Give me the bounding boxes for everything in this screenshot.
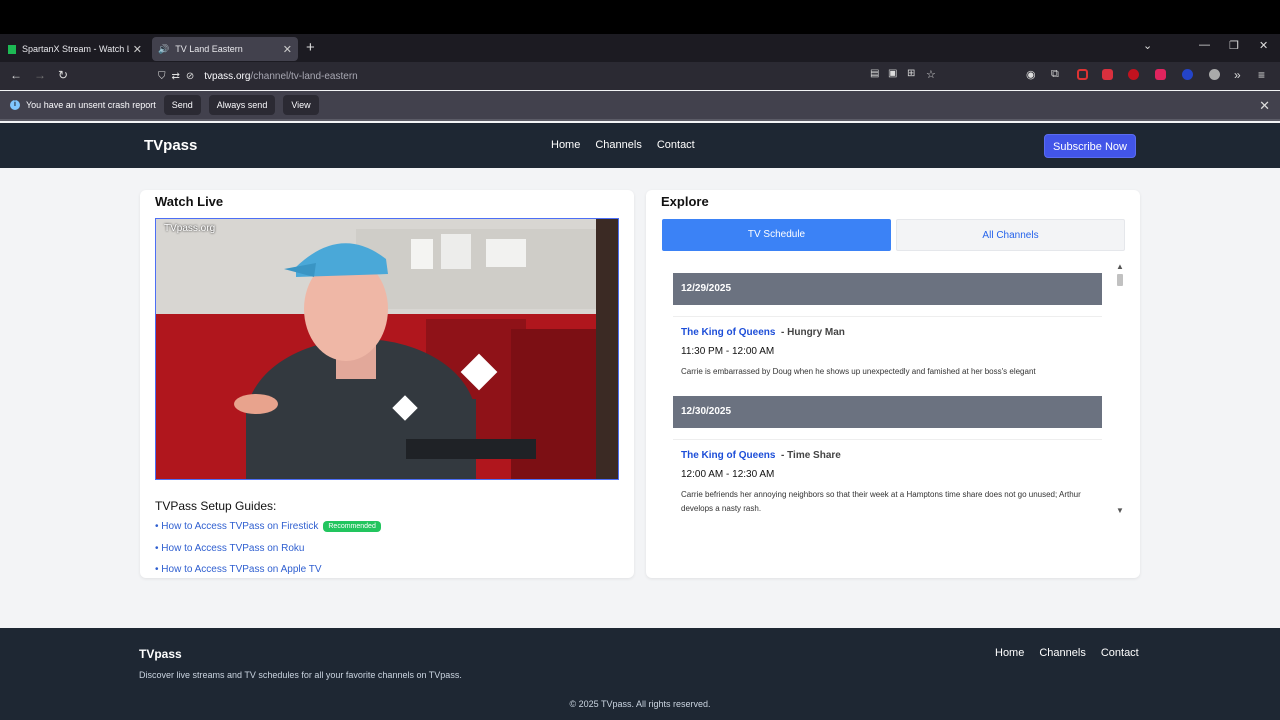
episode-name: - Hungry Man [781,327,845,338]
footer-nav-contact[interactable]: Contact [1101,647,1139,659]
spartanx-favicon-icon [8,44,16,54]
scroll-thumb[interactable] [1117,274,1123,286]
divider [673,439,1102,440]
explore-title: Explore [661,194,709,209]
episode-name: - Time Share [781,450,841,461]
recommended-badge: Recommended [323,521,381,532]
forward-icon[interactable]: → [34,68,46,82]
pip-icon[interactable]: ▣ [888,68,897,79]
tab-title: SpartanX Stream - Watch Live o [22,44,129,54]
view-button[interactable]: View [283,95,319,115]
url-text[interactable]: tvpass.org/channel/tv-land-eastern [204,71,357,82]
video-player[interactable]: TVpass.org [155,218,619,480]
watch-live-card: Watch Live TVpass.org TVPass Setup Guide… [140,190,634,578]
copyright: © 2025 TVpass. All rights reserved. [569,699,711,709]
bookmark-star-icon[interactable]: ☆ [926,68,936,81]
show-time: 12:00 AM - 12:30 AM [681,469,775,480]
site-logo[interactable]: TVpass [144,137,197,154]
close-tab-icon[interactable]: ✕ [133,43,142,56]
crash-report-bar: i You have an unsent crash report Send A… [0,91,1280,121]
close-window-icon[interactable]: ✕ [1259,39,1268,52]
nav-channels[interactable]: Channels [595,139,641,151]
schedule-item-title: The King of Queens - Time Share [681,450,841,461]
minimize-icon[interactable]: — [1199,39,1210,51]
guide-link-roku[interactable]: • How to Access TVPass on Roku [155,543,305,554]
show-description: Carrie is embarrassed by Doug when he sh… [681,367,1036,376]
speaker-icon[interactable]: 🔊 [158,44,169,55]
close-tab-icon[interactable]: ✕ [283,43,292,56]
address-bar[interactable]: ⛉ ⇄ ⊘ tvpass.org/channel/tv-land-eastern [150,64,944,88]
site-header: TVpass Home Channels Contact Subscribe N… [0,123,1280,168]
menu-icon[interactable]: ≡ [1258,68,1265,82]
schedule-scrollbar[interactable]: ▲ ▼ [1114,262,1126,518]
send-button[interactable]: Send [163,95,201,115]
reader-view-icon[interactable]: ▤ [870,68,879,79]
extension-icon[interactable] [1077,69,1088,80]
video-watermark: TVpass.org [164,223,216,234]
date-header: 12/29/2025 [673,273,1102,305]
divider [673,316,1102,317]
new-tab-icon[interactable]: + [306,39,315,56]
tab-tv-schedule[interactable]: TV Schedule [662,219,891,251]
crash-message: You have an unsent crash report [26,100,156,110]
schedule-item-title: The King of Queens - Hungry Man [681,327,845,338]
tab-tv-land[interactable]: 🔊 TV Land Eastern ✕ [152,37,298,61]
show-time: 11:30 PM - 12:00 AM [681,346,775,357]
footer-nav-home[interactable]: Home [995,647,1024,659]
guide-link-apple-tv[interactable]: • How to Access TVPass on Apple TV [155,564,322,575]
close-icon[interactable]: ✕ [1259,98,1270,114]
scroll-down-icon[interactable]: ▼ [1116,506,1124,515]
footer-description: Discover live streams and TV schedules f… [139,670,462,680]
extension-icon[interactable] [1155,69,1166,80]
tab-title: TV Land Eastern [175,44,243,54]
window-top [0,0,1280,34]
more-tools-icon[interactable]: » [1234,68,1241,82]
info-icon: i [10,100,20,110]
footer-nav-channels[interactable]: Channels [1039,647,1085,659]
back-icon[interactable]: ← [10,68,22,82]
insecure-lock-icon[interactable]: ⊘ [186,71,194,82]
shield-icon[interactable]: ⛉ [158,71,166,82]
tab-bar: SpartanX Stream - Watch Live o ✕ 🔊 TV La… [0,34,1280,62]
restore-icon[interactable]: ❐ [1229,39,1239,52]
extensions-icon[interactable]: ⧉ [1051,68,1059,81]
schedule-list[interactable]: 12/29/2025 The King of Queens - Hungry M… [662,262,1126,518]
permissions-icon[interactable]: ⇄ [172,71,180,82]
site-footer: TVpass Discover live streams and TV sche… [0,628,1280,720]
scroll-up-icon[interactable]: ▲ [1116,262,1124,271]
extension-icon[interactable] [1182,69,1193,80]
extension-icon[interactable] [1128,69,1139,80]
list-tabs-chevron-icon[interactable]: ⌄ [1143,39,1152,52]
guide-link-firestick[interactable]: • How to Access TVPass on Firestick Recom… [155,521,381,532]
always-send-button[interactable]: Always send [208,95,276,115]
video-frame [156,219,618,479]
account-icon[interactable]: ◉ [1026,68,1036,81]
setup-guides-title: TVPass Setup Guides: [155,499,277,513]
extension-icon[interactable] [1102,69,1113,80]
subscribe-button[interactable]: Subscribe Now [1044,134,1136,158]
show-description: Carrie befriends her annoying neighbors … [681,490,1081,513]
site-nav: Home Channels Contact [551,139,695,151]
watch-live-title: Watch Live [155,194,224,209]
footer-nav: Home Channels Contact [995,647,1139,659]
screenshot-icon[interactable]: ⊞ [907,68,915,79]
nav-home[interactable]: Home [551,139,580,151]
tab-spartanx[interactable]: SpartanX Stream - Watch Live o ✕ [2,37,148,61]
tab-all-channels[interactable]: All Channels [896,219,1125,251]
extension-icon[interactable] [1209,69,1220,80]
show-name[interactable]: The King of Queens [681,327,775,338]
show-name[interactable]: The King of Queens [681,450,775,461]
footer-logo[interactable]: TVpass [139,647,182,661]
reload-icon[interactable]: ↻ [58,68,68,82]
date-header: 12/30/2025 [673,396,1102,428]
explore-card: Explore TV Schedule All Channels 12/29/2… [646,190,1140,578]
nav-toolbar: ← → ↻ ⛉ ⇄ ⊘ tvpass.org/channel/tv-land-e… [0,62,1280,90]
nav-contact[interactable]: Contact [657,139,695,151]
